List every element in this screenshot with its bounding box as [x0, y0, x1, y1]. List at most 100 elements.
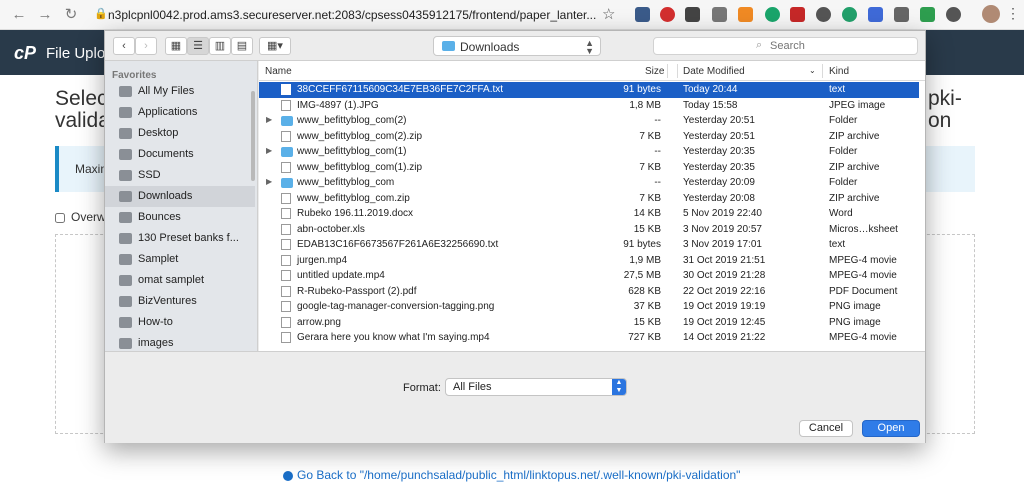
location-popup[interactable]: Downloads ▲ ▼	[433, 36, 601, 56]
overwrite-option[interactable]: Overw	[55, 210, 106, 224]
folder-icon	[119, 296, 132, 307]
file-kind: JPEG image	[829, 99, 886, 111]
camera-icon[interactable]	[894, 7, 909, 22]
file-size: 628 KB	[628, 285, 661, 297]
go-back-link[interactable]: Go Back to "/home/punchsalad/public_html…	[283, 468, 740, 482]
file-row[interactable]: ▶ www_befittyblog_com(2) -- Yesterday 20:51…	[259, 113, 919, 129]
file-icon	[281, 161, 291, 173]
file-row[interactable]: arrow.png 15 KB 19 Oct 2019 12:45 PNG image	[259, 315, 919, 331]
sidebar-item[interactable]: SSD	[105, 165, 255, 186]
file-row[interactable]: www_befittyblog_com(1).zip 7 KB Yesterday …	[259, 160, 919, 176]
file-row[interactable]: jurgen.mp4 1,9 MB 31 Oct 2019 21:51 MPEG-4 …	[259, 253, 919, 269]
extension-icon[interactable]	[816, 7, 831, 22]
sidebar-item[interactable]: All My Files	[105, 81, 255, 102]
puzzle-icon[interactable]	[868, 7, 883, 22]
scrollbar[interactable]	[251, 91, 255, 181]
file-row[interactable]: 38CCEFF67115609C34E7EB36FE7C2FFA.txt 91 b…	[259, 82, 919, 98]
extension-icon[interactable]	[635, 7, 650, 22]
file-name: IMG-4897 (1).JPG	[297, 99, 379, 111]
sidebar-item-label: omat samplet	[138, 274, 205, 286]
file-size: 1,8 MB	[629, 99, 661, 111]
sidebar-item[interactable]: 130 Preset banks f...	[105, 228, 255, 249]
search-input[interactable]	[770, 40, 910, 52]
overwrite-checkbox[interactable]	[55, 212, 65, 223]
sidebar-item[interactable]: Applications	[105, 102, 255, 123]
icon-view-icon[interactable]: ▦	[165, 37, 187, 55]
disclosure-triangle-icon[interactable]: ▶	[266, 177, 272, 186]
sidebar-item-label: Bounces	[138, 211, 181, 223]
column-date-modified[interactable]: Date Modified	[683, 66, 745, 77]
format-select[interactable]: All Files ▲ ▼	[445, 378, 627, 396]
file-row[interactable]: abn-october.xls 15 KB 3 Nov 2019 20:57 Micr…	[259, 222, 919, 238]
file-row[interactable]: IMG-4897 (1).JPG 1,8 MB Today 15:58 JPEG im…	[259, 98, 919, 114]
disclosure-triangle-icon[interactable]: ▶	[266, 146, 272, 155]
column-name[interactable]: Name	[265, 66, 292, 77]
search-icon: ⌕	[756, 39, 763, 51]
file-name: abn-october.xls	[297, 223, 365, 235]
extension-icon[interactable]	[660, 7, 675, 22]
extension-icon[interactable]	[738, 7, 753, 22]
file-row[interactable]: Gerara here you know what I'm saying.mp4…	[259, 330, 919, 346]
forward-icon[interactable]: ›	[135, 37, 157, 55]
back-icon[interactable]: ‹	[113, 37, 135, 55]
file-row[interactable]: untitled update.mp4 27,5 MB 30 Oct 2019 21…	[259, 268, 919, 284]
sidebar-item[interactable]: BizVentures	[105, 291, 255, 312]
file-icon	[281, 316, 291, 328]
column-view-icon[interactable]: ▥	[209, 37, 231, 55]
file-kind: ZIP archive	[829, 161, 880, 173]
extension-icon[interactable]	[920, 7, 935, 22]
extension-icon[interactable]	[685, 7, 700, 22]
file-row[interactable]: www_befittyblog_com.zip 7 KB Yesterday 20:…	[259, 191, 919, 207]
sidebar-item[interactable]: Downloads	[105, 186, 255, 207]
cover-flow-icon[interactable]: ▤	[231, 37, 253, 55]
extension-icon[interactable]	[946, 7, 961, 22]
extension-icon[interactable]	[790, 7, 805, 22]
file-size: 7 KB	[639, 130, 661, 142]
file-size: 727 KB	[628, 332, 661, 343]
arrange-icon[interactable]: ▦▾	[259, 37, 291, 55]
file-row[interactable]: EDAB13C16F6673567F261A6E32256690.txt 91 b…	[259, 237, 919, 253]
sidebar-item-label: 130 Preset banks f...	[138, 232, 239, 244]
extension-icon[interactable]	[765, 7, 780, 22]
disclosure-triangle-icon[interactable]: ▶	[266, 115, 272, 124]
cancel-button[interactable]: Cancel	[799, 420, 853, 437]
file-row[interactable]: R-Rubeko-Passport (2).pdf 628 KB 22 Oct 20…	[259, 284, 919, 300]
star-icon[interactable]: ☆	[602, 5, 615, 23]
file-kind: Micros…ksheet	[829, 223, 898, 235]
list-view-icon[interactable]: ☰	[187, 37, 209, 55]
folder-icon	[281, 116, 293, 126]
folder-icon	[119, 86, 132, 97]
sidebar-item[interactable]: images	[105, 333, 255, 351]
column-size[interactable]: Size	[645, 66, 664, 77]
sidebar-item[interactable]: omat samplet	[105, 270, 255, 291]
file-name: www_befittyblog_com	[297, 177, 395, 188]
file-row[interactable]: www_befittyblog_com(2).zip 7 KB Yesterday …	[259, 129, 919, 145]
search-field[interactable]: ⌕	[653, 37, 918, 55]
location-label: Downloads	[460, 40, 520, 54]
reload-icon[interactable]: ↻	[62, 6, 80, 24]
sidebar-item[interactable]: How-to	[105, 312, 255, 333]
avatar[interactable]	[982, 5, 1000, 23]
sidebar-item[interactable]: Documents	[105, 144, 255, 165]
address-bar[interactable]: n3plcpnl0042.prod.ams3.secureserver.net:…	[108, 8, 596, 22]
dialog-footer: Format: All Files ▲ ▼ Cancel Open	[105, 351, 925, 443]
sidebar-item[interactable]: Samplet	[105, 249, 255, 270]
file-row[interactable]: ▶ www_befittyblog_com -- Yesterday 20:09 Fol…	[259, 175, 919, 191]
file-size: --	[654, 115, 661, 126]
back-icon[interactable]: ←	[10, 6, 28, 24]
forward-icon[interactable]: →	[36, 6, 54, 24]
file-name: untitled update.mp4	[297, 270, 385, 281]
menu-icon[interactable]: ⋮	[1006, 5, 1020, 22]
file-row[interactable]: google-tag-manager-conversion-tagging.pn…	[259, 299, 919, 315]
extension-icon[interactable]	[712, 7, 727, 22]
open-button[interactable]: Open	[862, 420, 920, 437]
sidebar-item[interactable]: Desktop	[105, 123, 255, 144]
cpanel-logo: cP	[14, 43, 37, 63]
file-name: 38CCEFF67115609C34E7EB36FE7C2FFA.txt	[297, 84, 504, 95]
column-kind[interactable]: Kind	[829, 66, 849, 77]
file-row[interactable]: ▶ www_befittyblog_com(1) -- Yesterday 20:35…	[259, 144, 919, 160]
extension-icon[interactable]	[842, 7, 857, 22]
sidebar-item[interactable]: Bounces	[105, 207, 255, 228]
file-size: 14 KB	[633, 208, 661, 219]
file-row[interactable]: Rubeko 196.11.2019.docx 14 KB 5 Nov 2019 2…	[259, 206, 919, 222]
